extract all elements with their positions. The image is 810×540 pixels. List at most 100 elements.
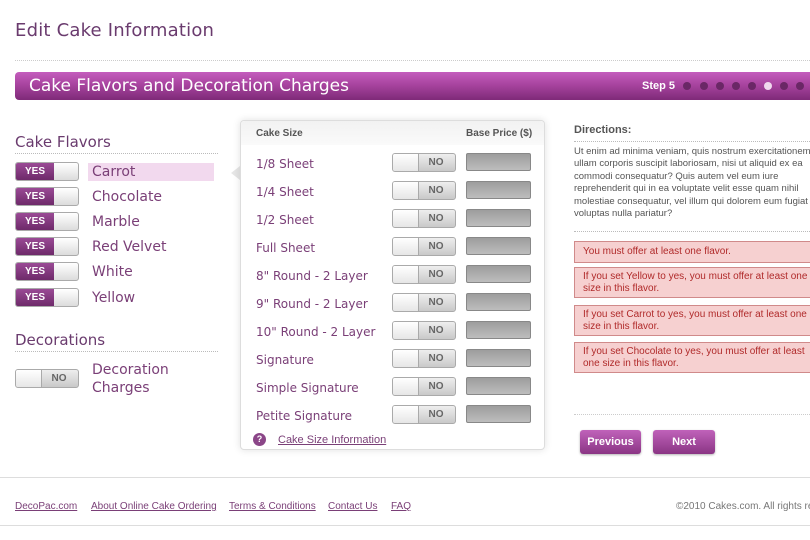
flavor-label[interactable]: Marble — [88, 213, 214, 231]
cake-size-label: Full Sheet — [256, 241, 316, 255]
error-line: If you set Yellow to yes, you must offer… — [583, 271, 808, 282]
directions-divider — [574, 231, 810, 232]
base-price-input[interactable] — [466, 349, 531, 367]
toggle-state: YES — [16, 238, 54, 255]
cake-size-label: Signature — [256, 353, 314, 367]
footer-divider — [0, 525, 810, 526]
cake-size-toggle[interactable]: NO — [392, 377, 456, 396]
base-price-input[interactable] — [466, 265, 531, 283]
cake-size-label: 1/8 Sheet — [256, 157, 314, 171]
flavor-label[interactable]: Red Velvet — [88, 238, 214, 256]
toggle-state: NO — [428, 269, 444, 280]
directions-line: ullam corporis suscipit laboriosam, nisi… — [574, 158, 803, 170]
error-line: one size in this flavor. — [583, 357, 679, 369]
flavors-heading: Cake Flavors — [15, 133, 111, 151]
directions-line: reprehenderit qui in ea voluptate velit … — [574, 183, 799, 195]
directions-line: voluptas nulla pariatur? — [574, 208, 673, 220]
flavor-toggle[interactable]: YES — [15, 162, 79, 181]
cake-size-label: 8" Round - 2 Layer — [256, 269, 368, 283]
flavor-toggle[interactable]: YES — [15, 237, 79, 256]
base-price-input[interactable] — [466, 405, 531, 423]
next-button[interactable]: Next — [653, 430, 715, 454]
error-message: If you set Yellow to yes, you must offer… — [574, 267, 810, 298]
base-price-column-header: Base Price ($) — [466, 128, 533, 139]
toggle-state: YES — [16, 289, 54, 306]
base-price-input[interactable] — [466, 181, 531, 199]
decorations-divider — [15, 351, 218, 352]
flavor-label[interactable]: Chocolate — [88, 188, 214, 206]
footer-link[interactable]: About Online Cake Ordering — [91, 501, 217, 512]
toggle-state: NO — [428, 157, 444, 168]
directions-line: molestiae consequatur, vel illum qui dol… — [574, 195, 810, 207]
step-dot — [683, 82, 691, 90]
toggle-state: NO — [428, 381, 444, 392]
toggle-state: NO — [428, 353, 444, 364]
footer-divider — [0, 477, 810, 478]
footer-link[interactable]: FAQ — [391, 501, 411, 512]
decoration-label-line: Decoration — [92, 362, 169, 378]
cake-size-toggle[interactable]: NO — [392, 181, 456, 200]
toggle-state: NO — [428, 241, 444, 252]
cake-size-label: 1/4 Sheet — [256, 185, 314, 199]
footer-link[interactable]: Terms & Conditions — [229, 501, 316, 512]
base-price-input[interactable] — [466, 377, 531, 395]
cake-size-label: 9" Round - 2 Layer — [256, 297, 368, 311]
toggle-knob — [393, 378, 419, 395]
toggle-state: YES — [16, 163, 54, 180]
step-dot — [748, 82, 756, 90]
decoration-label-line: Charges — [92, 380, 150, 396]
step-dot — [780, 82, 788, 90]
error-line: size in this flavor. — [583, 282, 660, 294]
previous-button[interactable]: Previous — [580, 430, 641, 454]
toggle-state: NO — [428, 325, 444, 336]
flavor-label[interactable]: White — [88, 263, 214, 281]
toggle-state: NO — [428, 409, 444, 420]
footer-link[interactable]: DecoPac.com — [15, 501, 77, 512]
step-dot — [764, 82, 772, 90]
cake-size-toggle[interactable]: NO — [392, 321, 456, 340]
cake-size-label: Simple Signature — [256, 381, 359, 395]
decoration-charges-toggle[interactable]: NO — [15, 369, 79, 388]
directions-line: Ut enim ad minima veniam, quis nostrum e… — [574, 146, 810, 157]
cake-size-information-link[interactable]: Cake Size Information — [278, 434, 386, 446]
cake-size-label: 1/2 Sheet — [256, 213, 314, 227]
toggle-knob — [393, 406, 419, 423]
toggle-knob — [393, 238, 419, 255]
cake-size-toggle[interactable]: NO — [392, 405, 456, 424]
toggle-knob — [393, 294, 419, 311]
cake-size-toggle[interactable]: NO — [392, 293, 456, 312]
panel-pointer — [231, 166, 240, 180]
banner-title: Cake Flavors and Decoration Charges — [29, 76, 349, 96]
toggle-state: NO — [51, 373, 67, 384]
error-message: You must offer at least one flavor. — [574, 241, 810, 263]
cake-size-toggle[interactable]: NO — [392, 153, 456, 172]
flavor-toggle[interactable]: YES — [15, 187, 79, 206]
flavor-label[interactable]: Yellow — [88, 289, 214, 307]
nav-divider — [574, 414, 810, 415]
footer-link[interactable]: Contact Us — [328, 501, 377, 512]
toggle-state: YES — [16, 263, 54, 280]
cake-size-toggle[interactable]: NO — [392, 237, 456, 256]
error-line: If you set Chocolate to yes, you must of… — [583, 346, 805, 357]
base-price-input[interactable] — [466, 153, 531, 171]
flavor-toggle[interactable]: YES — [15, 212, 79, 231]
base-price-input[interactable] — [466, 293, 531, 311]
flavor-label[interactable]: Carrot — [88, 163, 214, 181]
flavor-toggle[interactable]: YES — [15, 288, 79, 307]
base-price-input[interactable] — [466, 321, 531, 339]
base-price-input[interactable] — [466, 209, 531, 227]
toggle-knob — [393, 322, 419, 339]
cake-size-toggle[interactable]: NO — [392, 209, 456, 228]
cake-size-label: 10" Round - 2 Layer — [256, 325, 376, 339]
cake-size-label: Petite Signature — [256, 409, 353, 423]
flavors-divider — [15, 153, 218, 154]
help-icon[interactable]: ? — [253, 433, 266, 446]
step-banner: Cake Flavors and Decoration Charges Step… — [15, 72, 810, 100]
error-line: size in this flavor. — [583, 320, 660, 332]
cake-size-toggle[interactable]: NO — [392, 349, 456, 368]
flavor-toggle[interactable]: YES — [15, 262, 79, 281]
base-price-input[interactable] — [466, 237, 531, 255]
directions-divider — [574, 141, 810, 142]
error-message: If you set Carrot to yes, you must offer… — [574, 305, 810, 336]
cake-size-toggle[interactable]: NO — [392, 265, 456, 284]
